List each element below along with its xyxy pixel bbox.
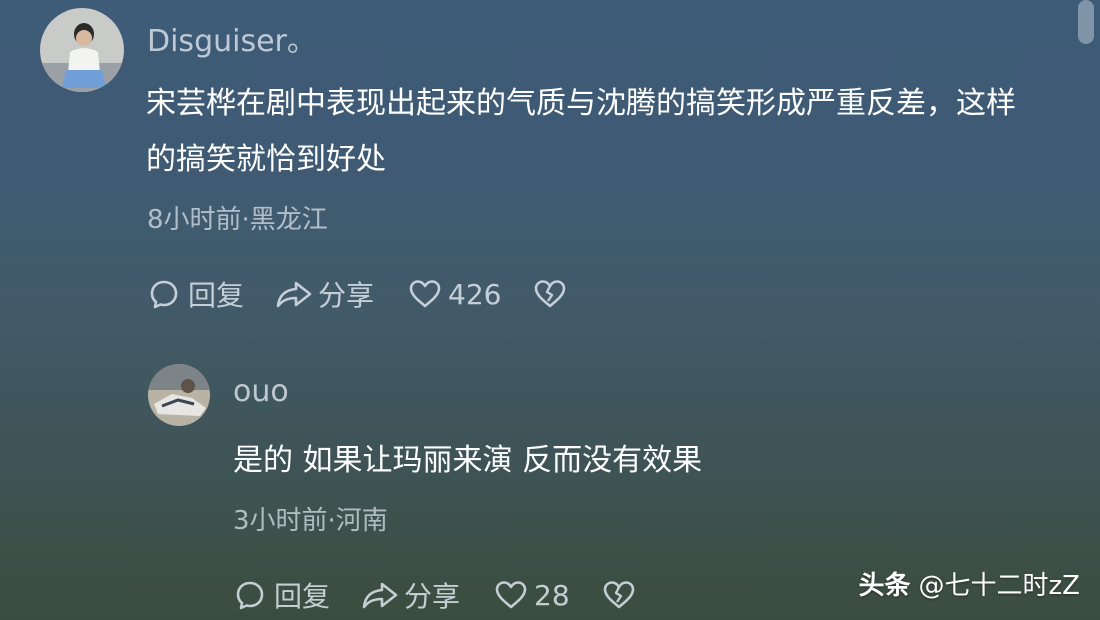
heart-icon bbox=[409, 280, 441, 308]
share-button[interactable]: 分享 bbox=[360, 575, 460, 615]
watermark-brand: 头条 bbox=[858, 571, 911, 601]
reply-button[interactable]: 回复 bbox=[234, 575, 330, 615]
comment-bubble-icon bbox=[150, 280, 178, 309]
heart-icon bbox=[495, 581, 527, 609]
broken-heart-icon bbox=[535, 280, 566, 308]
watermark: 头条 @七十二时zZ bbox=[859, 565, 1080, 602]
user-avatar-photo bbox=[40, 8, 124, 92]
watermark-handle: @七十二时zZ bbox=[918, 571, 1080, 601]
share-label: 分享 bbox=[404, 580, 461, 613]
like-button[interactable]: 28 bbox=[494, 579, 570, 612]
reply-label: 回复 bbox=[274, 580, 331, 613]
share-arrow-icon bbox=[276, 281, 312, 308]
share-button[interactable]: 分享 bbox=[274, 274, 374, 314]
comment-meta: 8小时前·黑龙江 bbox=[147, 205, 328, 235]
comment-actions: 回复 分享 28 bbox=[234, 575, 636, 615]
comment-content: 是的 如果让玛丽来演 反而没有效果 bbox=[233, 443, 703, 478]
comment-content: 宋芸桦在剧中表现出起来的气质与沈腾的搞笑形成严重反差，这样的搞笑就恰到好处 bbox=[146, 86, 1016, 177]
like-count: 426 bbox=[448, 277, 502, 311]
dislike-button[interactable] bbox=[533, 278, 567, 310]
broken-heart-icon bbox=[603, 581, 634, 609]
scrollbar-thumb[interactable] bbox=[1078, 0, 1094, 44]
user-avatar-photo bbox=[148, 364, 210, 426]
like-count: 28 bbox=[534, 578, 570, 612]
comment-bubble-icon bbox=[236, 581, 264, 610]
dislike-button[interactable] bbox=[602, 579, 636, 611]
reply-button[interactable]: 回复 bbox=[148, 274, 244, 314]
avatar[interactable] bbox=[148, 364, 210, 426]
share-arrow-icon bbox=[362, 582, 398, 609]
comment-username[interactable]: Disguiser。 bbox=[147, 16, 317, 60]
share-label: 分享 bbox=[318, 279, 375, 312]
reply-label: 回复 bbox=[188, 279, 245, 312]
comment-username[interactable]: ouo bbox=[233, 374, 289, 409]
comment-actions: 回复 分享 426 bbox=[148, 274, 567, 314]
like-button[interactable]: 426 bbox=[408, 278, 501, 311]
comment-meta: 3小时前·河南 bbox=[233, 506, 388, 536]
avatar[interactable] bbox=[40, 8, 124, 92]
